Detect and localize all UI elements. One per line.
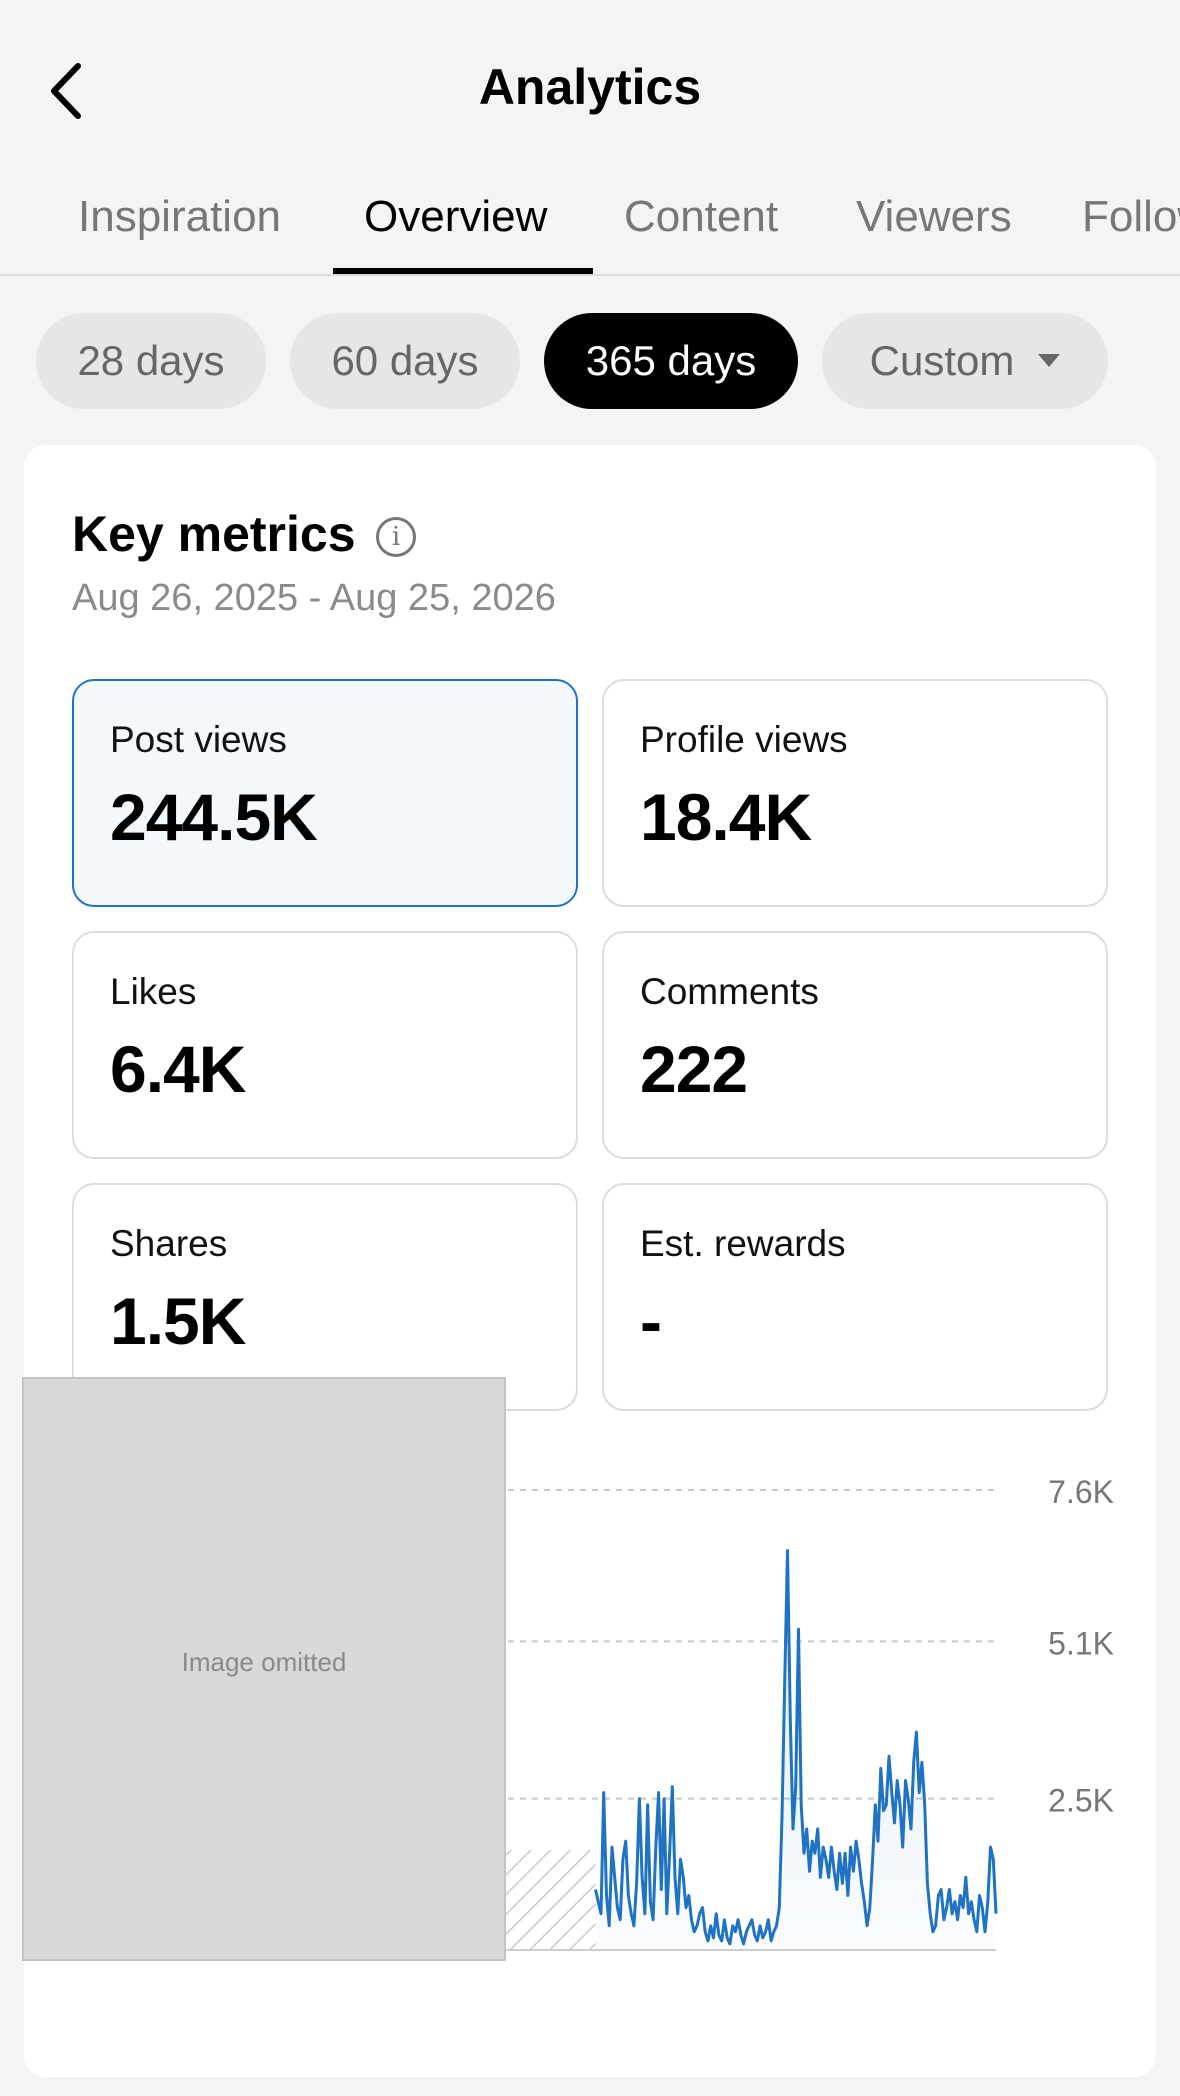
filter-custom-label: Custom [869,337,1015,384]
page-title: Analytics [478,59,702,115]
metric-likes[interactable]: Likes 6.4K [72,931,578,1159]
key-metrics-title: Key metrics [72,506,356,562]
metric-label: Post views [110,719,287,760]
metric-est-rewards[interactable]: Est. rewards - [602,1183,1108,1411]
metric-value: 222 [640,1032,748,1106]
placeholder-note: Image omitted [181,1647,347,1677]
y-tick-label: 7.6K [1048,1474,1114,1510]
caret-down-icon [1038,354,1061,368]
filter-custom[interactable]: Custom [822,313,1108,409]
metric-value: 6.4K [110,1032,246,1106]
metric-post-views[interactable]: Post views 244.5K [72,679,578,907]
metric-comments[interactable]: Comments 222 [602,931,1108,1159]
x-tick-label-end: Aug 25, 2026 [806,1961,996,1965]
x-tick-label-start: Aug 26, 2025 [90,1961,280,1965]
metric-label: Shares [110,1223,228,1264]
metric-label: Profile views [640,719,848,760]
y-tick-label: 5.1K [1048,1625,1114,1661]
date-range: Aug 26, 2025 - Aug 25, 2026 [72,577,556,619]
header-bar: Analytics [0,0,1180,170]
tab-bar: Inspiration Overview Content Viewers Fol… [0,170,1180,276]
metric-value: - [640,1284,662,1358]
info-icon[interactable]: i [376,517,416,557]
metric-label: Comments [640,971,819,1012]
tab-overview[interactable]: Overview [364,192,547,242]
filter-365-days[interactable]: 365 days [544,313,798,409]
metric-profile-views[interactable]: Profile views 18.4K [602,679,1108,907]
metric-value: 1.5K [110,1284,246,1358]
tab-inspiration[interactable]: Inspiration [78,192,281,242]
filter-60-days[interactable]: 60 days [290,313,520,409]
metric-label: Likes [110,971,197,1012]
tab-viewers[interactable]: Viewers [856,192,1012,242]
filter-28-days[interactable]: 28 days [36,313,266,409]
tab-active-indicator [333,268,593,274]
metric-value: 244.5K [110,780,318,854]
tab-content[interactable]: Content [624,192,778,242]
metric-value: 18.4K [640,780,812,854]
metric-label: Est. rewards [640,1223,846,1264]
tab-followers[interactable]: Followers [1082,192,1180,242]
y-tick-label: 2.5K [1048,1783,1114,1819]
overlay-photo-placeholder: Image omitted [22,1377,506,1961]
